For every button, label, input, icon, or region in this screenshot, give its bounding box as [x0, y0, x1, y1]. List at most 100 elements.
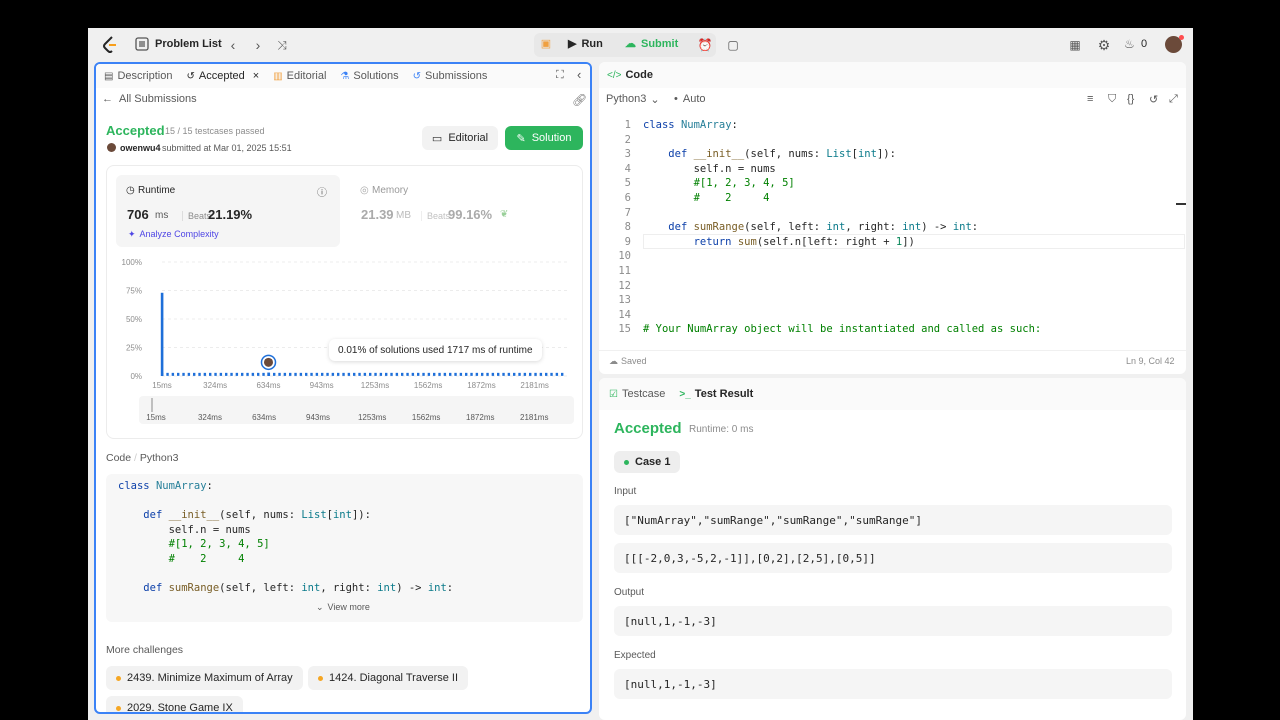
flask-icon: ⚗	[340, 70, 350, 82]
slider-tick-label: 324ms	[198, 413, 222, 422]
distribution-bar	[475, 372, 479, 376]
distribution-bar	[481, 372, 484, 376]
code-editor[interactable]: class NumArray: def __init__(self, nums:…	[643, 118, 1173, 343]
top-bar: Problem List ‹ › ⤨ ▣ ▶ Run ☁ Submit ⏰ ▢ …	[88, 28, 1193, 61]
prev-problem-icon[interactable]: ‹	[222, 34, 244, 56]
x-tick-label: 634ms	[256, 381, 280, 390]
bookmark-icon[interactable]: ⛉	[1108, 93, 1116, 106]
info-icon[interactable]: ⓘ	[317, 184, 327, 199]
run-button[interactable]: ▶ Run	[568, 37, 603, 51]
solution-button[interactable]: ✎ Solution	[505, 126, 583, 150]
format-icon[interactable]: ≡	[1087, 93, 1093, 105]
challenge-pill[interactable]: 1424. Diagonal Traverse II	[308, 666, 469, 690]
line-number: 12	[618, 279, 631, 292]
tab-editorial[interactable]: ▥ Editorial	[273, 70, 326, 82]
editorial-button[interactable]: ▭ Editorial	[422, 126, 498, 150]
distribution-bar	[427, 372, 431, 376]
distribution-bar	[438, 372, 441, 376]
leetcode-logo[interactable]	[102, 36, 118, 54]
result-tabs: ☑ Testcase >_ Test Result	[599, 378, 1186, 410]
io-section: Input ["NumArray","sumRange","sumRange",…	[599, 486, 1186, 699]
more-challenges-title: More challenges	[106, 644, 184, 656]
editor-code-line	[643, 308, 1173, 323]
submitted-code-line: def sumRange(self, left: int, right: int…	[143, 582, 454, 595]
distribution-bar	[342, 372, 345, 376]
result-runtime: Runtime: 0 ms	[689, 424, 754, 435]
editor-title: Code	[625, 69, 653, 81]
next-problem-icon[interactable]: ›	[247, 34, 269, 56]
braces-icon[interactable]: {}	[1127, 93, 1134, 105]
shuffle-icon[interactable]: ⤨	[271, 34, 293, 56]
editor-code-line: # Your NumArray object will be instantia…	[643, 323, 1042, 336]
distribution-bar	[337, 372, 340, 376]
memory-beats: 99.16%	[448, 207, 493, 222]
submitted-code-line	[118, 567, 571, 582]
distribution-bar	[262, 372, 265, 376]
layout-icon[interactable]: ▦	[1064, 34, 1086, 56]
line-number: 8	[624, 221, 631, 234]
editor-code-line	[643, 206, 1173, 221]
distribution-bar	[406, 372, 409, 376]
editor-header: </> Code	[599, 62, 1186, 88]
language-select[interactable]: Python3 ⌄	[606, 93, 660, 106]
distribution-bar	[417, 372, 420, 376]
analyze-complexity-link[interactable]: ✦ Analyze Complexity	[128, 229, 219, 240]
memory-unit: MB	[396, 210, 411, 221]
output-box: [null,1,-1,-3]	[614, 606, 1172, 636]
share-link-icon[interactable]: 🔗︎	[572, 93, 587, 107]
challenge-pill[interactable]: 2439. Minimize Maximum of Array	[106, 666, 303, 690]
runtime-beats: 21.19%	[208, 207, 253, 222]
close-tab-icon[interactable]: ×	[253, 70, 259, 82]
distribution-bar	[379, 372, 383, 376]
maximize-icon[interactable]: ⛶	[556, 69, 564, 82]
submitter-name[interactable]: owenwu4	[120, 143, 161, 153]
reset-icon[interactable]: ↺	[1149, 93, 1158, 106]
submit-button[interactable]: ☁ Submit	[625, 37, 678, 51]
distribution-bar	[539, 372, 543, 376]
expand-icon[interactable]: ⤢	[1169, 93, 1178, 106]
tab-testcase[interactable]: ☑ Testcase	[609, 388, 665, 400]
memory-card[interactable]: ◎ Memory 21.39 MB Beats 99.16% ❦	[350, 175, 574, 247]
book-icon: ▥	[273, 70, 283, 82]
problem-list-link[interactable]: Problem List	[155, 38, 222, 50]
submitted-time: submitted at Mar 01, 2025 15:51	[162, 143, 292, 153]
notes-icon[interactable]: ▢	[722, 34, 744, 56]
runtime-label: Runtime	[138, 185, 176, 196]
x-tick-label: 943ms	[310, 381, 334, 390]
line-number: 3	[624, 148, 631, 161]
submitted-code-block: class NumArray: def __init__(self, nums:…	[106, 474, 583, 622]
line-number: 6	[624, 191, 631, 204]
distribution-bar	[257, 372, 260, 376]
view-more-button[interactable]: ⌄ View more	[316, 602, 370, 613]
distribution-bar	[299, 372, 303, 376]
tab-accepted[interactable]: ↺ Accepted ×	[186, 70, 259, 82]
distribution-bar	[251, 372, 255, 376]
input-box-2: [[[-2,0,3,-5,2,-1]],[0,2],[2,5],[0,5]]	[614, 543, 1172, 573]
distribution-bar	[294, 372, 297, 376]
runtime-card[interactable]: ◷ Runtime ⓘ 706 ms Beats 21.19% ✦ Analyz…	[116, 175, 340, 247]
distribution-bar	[310, 372, 313, 376]
auto-mode[interactable]: • Auto	[674, 93, 706, 105]
scrollbar-marker[interactable]	[1176, 203, 1186, 205]
y-tick-label: 100%	[122, 258, 142, 267]
tab-submissions[interactable]: ↺ Submissions	[413, 70, 488, 82]
tab-description[interactable]: ▤ Description	[104, 70, 172, 82]
distribution-bar	[401, 372, 404, 376]
tab-solutions[interactable]: ⚗ Solutions	[340, 70, 398, 82]
streak-fire-icon[interactable]: ♨	[1124, 37, 1135, 51]
x-tick-label: 1872ms	[467, 381, 495, 390]
timer-icon[interactable]: ⏰	[694, 34, 716, 56]
settings-gear-icon[interactable]: ⚙	[1093, 34, 1115, 56]
runtime-value: 706	[127, 207, 149, 222]
debug-icon[interactable]: ▣	[538, 37, 554, 53]
challenge-pill[interactable]: 2029. Stone Game IX	[106, 696, 243, 712]
tab-test-result[interactable]: >_ Test Result	[679, 388, 753, 400]
arrow-left-icon: ←	[102, 93, 113, 105]
line-number: 1	[624, 119, 631, 131]
distribution-bar	[433, 372, 436, 376]
collapse-icon[interactable]: ‹	[577, 67, 581, 82]
y-tick-label: 75%	[126, 287, 142, 296]
case-1-tab[interactable]: Case 1	[614, 451, 681, 473]
back-to-submissions[interactable]: ← All Submissions	[102, 93, 197, 105]
editor-code-line: def __init__(self, nums: List[int]):	[668, 148, 896, 161]
